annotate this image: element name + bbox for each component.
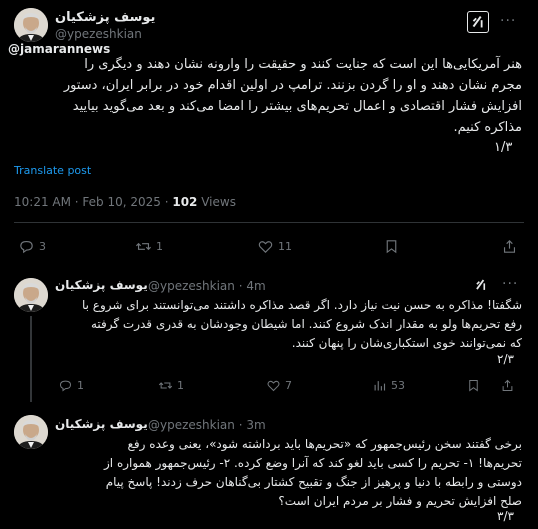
reply-button[interactable]: 3 — [18, 238, 46, 255]
repost-button[interactable]: 1 — [158, 378, 184, 393]
divider — [14, 222, 524, 223]
like-icon — [258, 241, 273, 253]
tweet-text: هنر آمریکایی‌ها این است که جنایت کنند و … — [12, 54, 522, 138]
reply-tweet: یوسف پزشکیان @ypezeshkian · 3m برخی گفتن… — [0, 405, 538, 529]
author-name[interactable]: یوسف پزشکیان — [55, 10, 155, 25]
avatar[interactable] — [14, 8, 48, 42]
author-handle[interactable]: @ypezeshkian — [55, 27, 142, 41]
avatar[interactable] — [14, 415, 48, 449]
thread-counter: ۳/۳ — [497, 509, 514, 523]
author-handle[interactable]: @ypezeshkian · 4m — [148, 279, 266, 293]
share-button[interactable] — [501, 238, 518, 255]
reply-tweet: یوسف پزشکیان @ypezeshkian · 4m ··· شگفتا… — [0, 270, 538, 405]
reply-button[interactable]: 1 — [58, 378, 84, 393]
tweet-line: مذاکره کنیم. — [453, 120, 522, 135]
tweet-line: رفع تحریم‌ها ولو به مقدار اندک شروع کنند… — [90, 317, 522, 331]
translate-link[interactable]: Translate post — [14, 164, 91, 177]
tweet-text: شگفتا! مذاکره به حسن نیت نیاز دارد. اگر … — [52, 296, 522, 353]
share-icon — [502, 379, 513, 391]
like-count: 11 — [278, 240, 292, 253]
like-icon — [267, 380, 280, 392]
tweet-line: تحریم‌ها! ۱- تحریم را کسی باید لغو کند ک… — [104, 456, 522, 470]
thread-counter: ۱/۳ — [494, 140, 513, 155]
avatar[interactable] — [14, 278, 48, 312]
bookmark-icon — [469, 380, 478, 392]
grok-icon[interactable] — [472, 276, 490, 294]
like-count: 7 — [285, 379, 292, 392]
views-count: 102 — [172, 195, 198, 209]
reply-icon — [20, 240, 33, 254]
tweet-time[interactable]: 10:21 AM · Feb 10, 2025 · — [14, 195, 172, 209]
bookmark-button[interactable] — [466, 378, 481, 393]
tweet-meta: 10:21 AM · Feb 10, 2025 · 102 Views — [14, 195, 236, 209]
thread-line — [30, 316, 32, 402]
author-name[interactable]: یوسف پزشکیان — [55, 417, 148, 431]
reply-count: 3 — [39, 240, 46, 253]
like-button[interactable]: 11 — [257, 238, 292, 255]
repost-button[interactable]: 1 — [135, 238, 163, 255]
bookmark-icon — [386, 240, 397, 254]
like-button[interactable]: 7 — [266, 378, 292, 393]
repost-icon — [136, 242, 151, 251]
tweet-line: که نمی‌توانند خوی استکباری‌شان را پنهان … — [291, 336, 522, 350]
repost-count: 1 — [156, 240, 163, 253]
views-count: 53 — [391, 379, 405, 392]
views-button[interactable]: 53 — [372, 378, 405, 393]
main-tweet: یوسف پزشکیان @ypezeshkian @jamarannews ·… — [0, 0, 538, 270]
tweet-line: هنر آمریکایی‌ها این است که جنایت کنند و … — [84, 57, 522, 72]
more-icon[interactable]: ··· — [500, 13, 516, 29]
author-name[interactable]: یوسف پزشکیان — [55, 278, 148, 292]
repost-icon — [158, 382, 173, 389]
views-label: Views — [197, 195, 236, 209]
share-icon — [503, 240, 516, 253]
reply-count: 1 — [77, 379, 84, 392]
tweet-line: افزایش فشار اقتصادی و اعمال تحریم‌های بی… — [72, 99, 522, 114]
grok-icon[interactable] — [467, 11, 489, 33]
thread-counter: ۲/۳ — [497, 352, 514, 366]
tweet-line: مجرم نشان دهند و او را گردن بزنند. ترامپ… — [63, 78, 522, 93]
share-button[interactable] — [500, 378, 515, 393]
tweet-line: دوستی و رابطه با دنیا و پرهیز از جنگ و ت… — [105, 475, 522, 489]
tweet-line: برخی گفتند سخن رئیس‌جمهور که «تحریم‌ها ب… — [127, 437, 522, 451]
more-icon[interactable]: ··· — [502, 276, 518, 292]
views-icon — [374, 381, 386, 391]
bookmark-button[interactable] — [383, 238, 400, 255]
author-handle[interactable]: @ypezeshkian · 3m — [148, 418, 266, 432]
tweet-text: برخی گفتند سخن رئیس‌جمهور که «تحریم‌ها ب… — [52, 435, 522, 511]
reply-icon — [59, 380, 72, 392]
repost-count: 1 — [177, 379, 184, 392]
tweet-line: صلح افزایش تحریم و فشار بر مردم ایران اس… — [278, 494, 522, 508]
tweet-line: شگفتا! مذاکره به حسن نیت نیاز دارد. اگر … — [81, 298, 522, 312]
